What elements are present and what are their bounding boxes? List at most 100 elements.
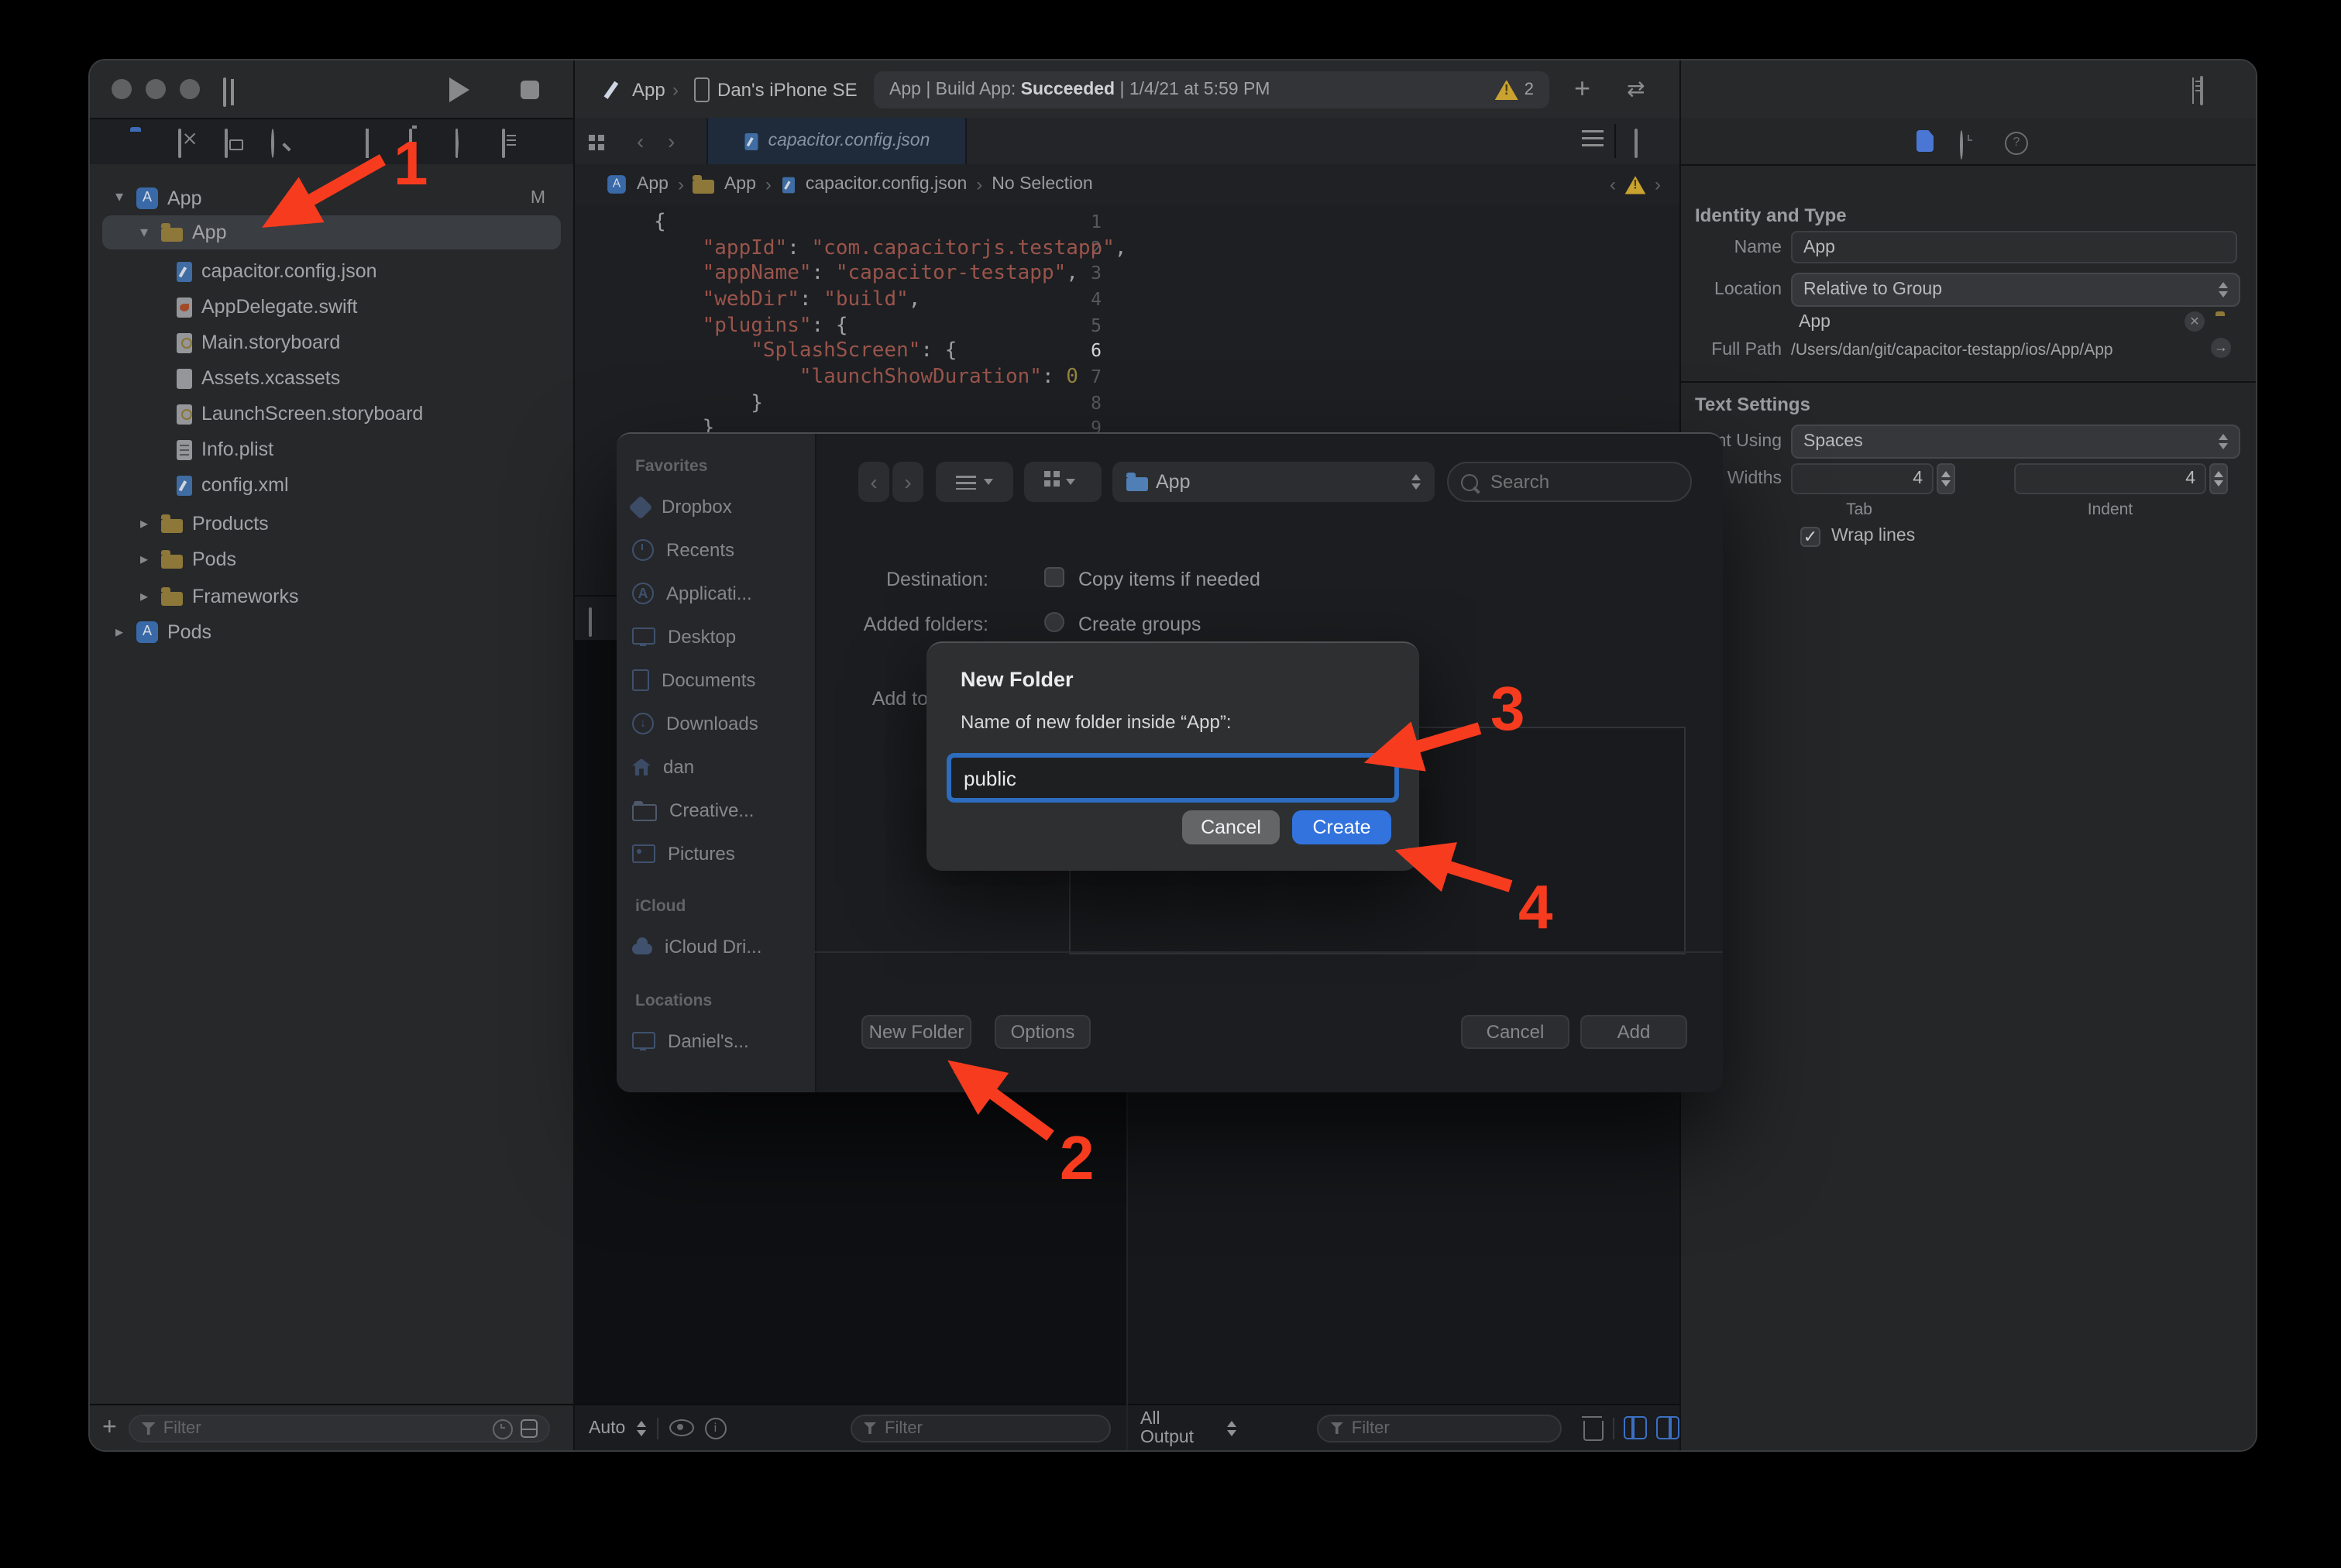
location-popup[interactable]: App	[1112, 462, 1435, 502]
tab-width-stepper[interactable]	[1937, 463, 1955, 494]
close-window-button[interactable]	[112, 79, 132, 99]
sidebar-item-daniels-mac[interactable]: Daniel's...	[632, 1026, 809, 1057]
toggle-navigator-icon[interactable]	[223, 77, 226, 107]
warning-count[interactable]: 2	[1525, 81, 1534, 99]
tree-row-file[interactable]: AppDelegate.swift	[102, 290, 561, 324]
info-icon[interactable]: i	[704, 1417, 726, 1439]
clear-console-trash-icon[interactable]	[1583, 1420, 1604, 1440]
copy-items-checkbox[interactable]	[1044, 567, 1064, 587]
disclosure-icon[interactable]: ▸	[136, 515, 152, 532]
symbol-navigator-icon[interactable]	[225, 130, 248, 153]
hide-console-pane-icon[interactable]	[1656, 1416, 1679, 1439]
name-field[interactable]: App	[1791, 231, 2237, 263]
folder-name-field[interactable]	[951, 758, 1394, 798]
tree-row-file[interactable]: config.xml	[102, 468, 561, 502]
line-list-icon[interactable]	[1582, 130, 1604, 147]
sidebar-item-recents[interactable]: Recents	[632, 535, 809, 566]
options-button[interactable]: Options	[995, 1015, 1091, 1049]
add-file-plus-icon[interactable]: +	[102, 1416, 117, 1441]
navigator-filter-field[interactable]	[129, 1415, 551, 1442]
minimize-window-button[interactable]	[146, 79, 166, 99]
tree-row-folder-frameworks[interactable]: ▸ Frameworks	[102, 579, 561, 614]
forward-icon[interactable]: ›	[668, 129, 675, 153]
sidebar-item-creative[interactable]: Creative...	[632, 795, 809, 826]
breakpoint-navigator-icon[interactable]	[455, 130, 479, 153]
tree-row-project-pods[interactable]: ▸ Pods	[102, 615, 561, 649]
icon-view-button[interactable]	[1024, 462, 1102, 502]
related-items-grid-icon[interactable]	[596, 130, 603, 153]
tree-row-project-app[interactable]: ▾ App M	[102, 181, 561, 215]
sidebar-item-dropbox[interactable]: Dropbox	[632, 491, 809, 522]
variables-filter-input[interactable]	[885, 1418, 1098, 1437]
test-navigator-icon[interactable]	[363, 130, 386, 153]
back-icon[interactable]: ‹	[637, 129, 644, 153]
library-plus-icon[interactable]: +	[1574, 74, 1590, 102]
disclosure-icon[interactable]: ▸	[136, 551, 152, 568]
sheet-back-button[interactable]: ‹	[858, 462, 889, 502]
scm-filter-icon[interactable]	[520, 1419, 538, 1438]
breadcrumb[interactable]: App	[724, 175, 756, 194]
tree-row-file[interactable]: Assets.xcassets	[102, 361, 561, 395]
open-path-arrow-icon[interactable]: →	[2211, 338, 2231, 358]
disclosure-icon[interactable]: ▾	[136, 224, 152, 241]
tree-row-file[interactable]: Info.plist	[102, 432, 561, 466]
console-filter-input[interactable]	[1352, 1418, 1549, 1437]
list-view-button[interactable]	[936, 462, 1013, 502]
indent-using-dropdown[interactable]: Spaces	[1791, 425, 2240, 459]
find-navigator-icon[interactable]	[271, 130, 294, 153]
variables-filter-field[interactable]	[851, 1414, 1111, 1442]
sheet-add-button[interactable]: Add	[1580, 1015, 1687, 1049]
disclosure-icon[interactable]: ▾	[112, 189, 127, 206]
tree-row-file[interactable]: LaunchScreen.storyboard	[102, 397, 561, 431]
source-control-navigator-icon[interactable]	[178, 130, 201, 153]
disclosure-icon[interactable]: ▸	[136, 588, 152, 605]
sheet-search-field[interactable]	[1447, 462, 1692, 502]
history-inspector-icon[interactable]	[1960, 130, 1963, 160]
recents-filter-icon[interactable]	[492, 1418, 512, 1439]
help-inspector-icon[interactable]: ?	[2005, 132, 2028, 155]
folder-name-input[interactable]	[951, 766, 1394, 789]
toggle-inspector-icon[interactable]	[2200, 76, 2203, 105]
wrap-lines-checkbox[interactable]: ✓	[1800, 527, 1820, 547]
clear-group-x-icon[interactable]: ✕	[2185, 311, 2205, 332]
run-button[interactable]	[449, 77, 469, 102]
file-inspector-icon[interactable]	[1916, 130, 1934, 152]
jump-bar[interactable]: App › App › capacitor.config.json › No S…	[575, 164, 1679, 205]
issue-navigator-icon[interactable]	[316, 130, 339, 153]
sheet-search-input[interactable]	[1487, 469, 1678, 494]
tab-width-field[interactable]: 4	[1791, 463, 1934, 494]
next-issue-icon[interactable]: ›	[1655, 174, 1661, 195]
warning-icon[interactable]	[1625, 175, 1646, 193]
disclosure-icon[interactable]: ▸	[112, 624, 127, 641]
indent-width-field[interactable]: 4	[2014, 463, 2206, 494]
tree-row-file[interactable]: capacitor.config.json	[102, 254, 561, 288]
new-folder-button[interactable]: New Folder	[861, 1015, 971, 1049]
tab-capacitor-config-json[interactable]: capacitor.config.json	[706, 118, 967, 164]
tree-row-folder-pods[interactable]: ▸ Pods	[102, 542, 561, 576]
zoom-window-button[interactable]	[180, 79, 200, 99]
warning-icon[interactable]	[1495, 80, 1518, 100]
sidebar-item-home[interactable]: dan	[632, 751, 809, 782]
tree-row-folder-app[interactable]: ▾ App	[102, 215, 561, 249]
breadcrumb[interactable]: No Selection	[992, 175, 1092, 194]
dialog-cancel-button[interactable]: Cancel	[1182, 810, 1280, 844]
dialog-create-button[interactable]: Create	[1292, 810, 1391, 844]
location-dropdown[interactable]: Relative to Group	[1791, 273, 2240, 307]
report-navigator-icon[interactable]	[502, 130, 525, 153]
console-output-select[interactable]: All Output	[1140, 1409, 1219, 1446]
stop-button[interactable]	[521, 81, 539, 99]
add-editor-icon[interactable]	[1635, 129, 1638, 158]
create-groups-radio[interactable]	[1044, 612, 1064, 632]
sidebar-item-pictures[interactable]: Pictures	[632, 838, 809, 869]
sheet-cancel-button[interactable]: Cancel	[1461, 1015, 1569, 1049]
sidebar-item-icloud-drive[interactable]: iCloud Dri...	[632, 931, 809, 962]
variables-scope-select[interactable]: Auto	[589, 1418, 625, 1437]
sidebar-item-downloads[interactable]: ↓Downloads	[632, 708, 809, 739]
activity-viewer[interactable]: App | Build App: Succeeded | 1/4/21 at 5…	[874, 71, 1549, 108]
previous-issue-icon[interactable]: ‹	[1610, 174, 1616, 195]
indent-width-stepper[interactable]	[2209, 463, 2228, 494]
tree-row-folder-products[interactable]: ▸ Products	[102, 507, 561, 541]
console-filter-field[interactable]	[1318, 1414, 1562, 1442]
code-review-icon[interactable]: ⇄	[1627, 77, 1645, 99]
sheet-forward-button[interactable]: ›	[892, 462, 923, 502]
